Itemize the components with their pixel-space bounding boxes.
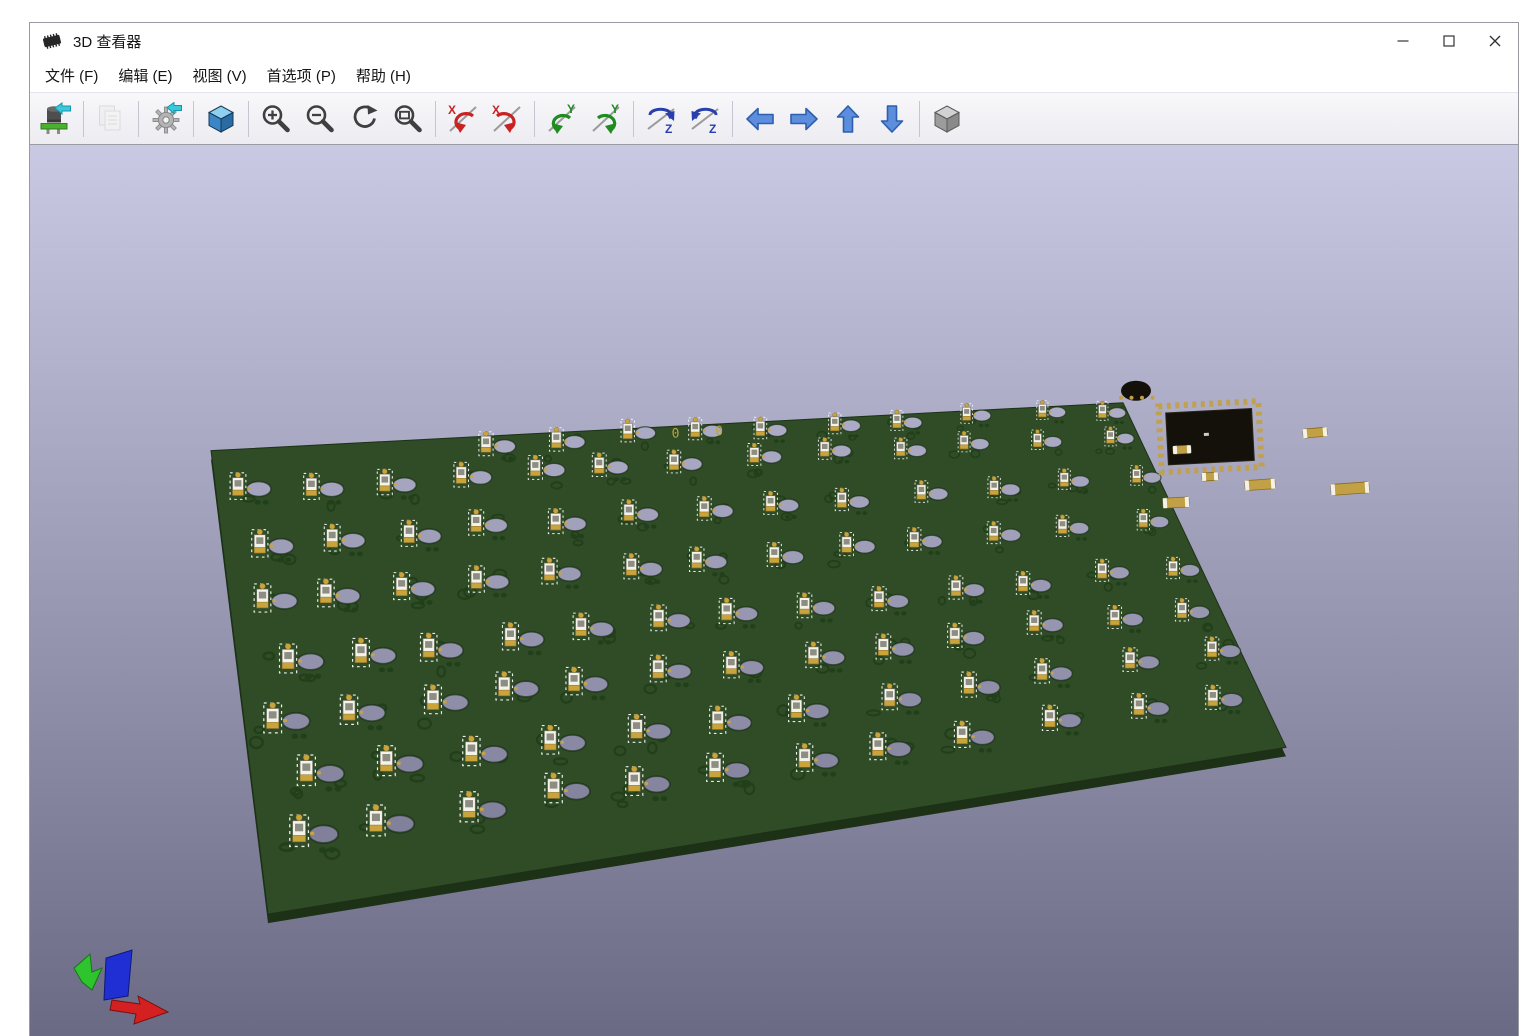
maximize-icon [1443,35,1455,47]
svg-text:Z: Z [665,122,672,136]
redraw-button[interactable] [342,97,386,141]
3d-viewport[interactable]: 0 0 [30,145,1518,1036]
arrow-left-icon [743,102,777,136]
ortho-cube-icon [930,102,964,136]
menu-help[interactable]: 帮助 (H) [346,62,421,89]
close-icon [1489,35,1501,47]
minimize-icon [1397,35,1409,47]
svg-text:X: X [448,103,456,117]
menu-edit[interactable]: 编辑 (E) [108,62,182,89]
zoom-to-fit-button[interactable] [386,97,430,141]
menu-bar: 文件 (F) 编辑 (E) 视图 (V) 首选项 (P) 帮助 (H) [30,59,1518,92]
svg-text:Y: Y [567,102,575,116]
copy-image-icon [94,102,128,136]
rotate-z-cw-icon: Z [688,102,722,136]
rotate-x-cw-icon: X [490,102,524,136]
toolbar-separator [193,101,194,137]
axis-gizmo [74,950,168,1024]
rotate-y-cw-button[interactable]: Y [584,97,628,141]
toolbar-separator [138,101,139,137]
rotate-z-cw-button[interactable]: Z [683,97,727,141]
zoom-in-button[interactable] [254,97,298,141]
zoom-in-icon [259,102,293,136]
toolbar-separator [83,101,84,137]
move-left-button[interactable] [738,97,782,141]
ic-chip-icon [40,31,64,51]
toolbar-separator [534,101,535,137]
copy-3d-image-button[interactable] [89,97,133,141]
arrow-down-icon [875,102,909,136]
menu-preferences[interactable]: 首选项 (P) [257,62,346,89]
svg-text:Z: Z [709,122,716,136]
zoom-fit-icon [391,102,425,136]
toolbar-separator [633,101,634,137]
rotate-x-cw-button[interactable]: X [485,97,529,141]
arrow-up-icon [831,102,865,136]
zoom-out-icon [303,102,337,136]
orthographic-projection-button[interactable] [925,97,969,141]
title-bar: 3D 查看器 [30,23,1518,59]
menu-view[interactable]: 视图 (V) [183,62,257,89]
blue-cube-icon [204,102,238,136]
reload-board-button[interactable] [34,97,78,141]
render-current-view-button[interactable] [199,97,243,141]
toolbar: X X Y [30,92,1518,145]
reload-board-icon [39,102,73,136]
pcb-3d-scene: 0 0 [30,145,1518,1036]
menu-file[interactable]: 文件 (F) [35,62,108,89]
toolbar-separator [248,101,249,137]
move-down-button[interactable] [870,97,914,141]
toolbar-separator [919,101,920,137]
redraw-icon [347,102,381,136]
move-up-button[interactable] [826,97,870,141]
rotate-z-ccw-icon: Z [644,102,678,136]
rotate-y-ccw-icon: Y [545,102,579,136]
toolbar-separator [435,101,436,137]
zoom-out-button[interactable] [298,97,342,141]
window-controls [1380,23,1518,59]
close-button[interactable] [1472,23,1518,59]
rotate-z-ccw-button[interactable]: Z [639,97,683,141]
svg-text:Y: Y [611,102,619,116]
window-title: 3D 查看器 [73,31,141,52]
rotate-x-ccw-icon: X [446,102,480,136]
rotate-y-cw-icon: Y [589,102,623,136]
render-options-button[interactable] [144,97,188,141]
minimize-button[interactable] [1380,23,1426,59]
3d-viewer-window: 3D 查看器 文件 (F) 编辑 (E) 视图 (V) 首选项 (P) 帮助 (… [29,22,1519,1036]
move-right-button[interactable] [782,97,826,141]
gear-icon [149,102,183,136]
toolbar-separator [732,101,733,137]
rotate-y-ccw-button[interactable]: Y [540,97,584,141]
rotate-x-ccw-button[interactable]: X [441,97,485,141]
maximize-button[interactable] [1426,23,1472,59]
arrow-right-icon [787,102,821,136]
